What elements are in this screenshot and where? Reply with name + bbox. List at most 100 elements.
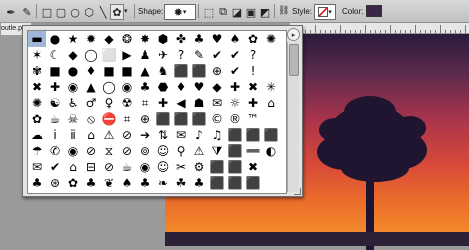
shape-cell[interactable]: ◀ (172, 95, 190, 111)
shape-cell[interactable]: ⊟ (82, 159, 100, 175)
add-mode-icon[interactable]: ⧉ (216, 4, 230, 20)
shape-cell[interactable]: ♿ (64, 95, 82, 111)
shape-cell[interactable]: ⚲ (172, 143, 190, 159)
shape-cell[interactable]: ♦ (172, 79, 190, 95)
shape-cell[interactable]: ♀ (100, 95, 118, 111)
shape-cell[interactable]: ✔ (46, 159, 64, 175)
shape-cell[interactable]: ◆ (208, 79, 226, 95)
shape-cell[interactable]: ✔ (226, 63, 244, 79)
shape-cell[interactable]: ♣ (136, 79, 154, 95)
shape-cell[interactable]: ✿ (64, 175, 82, 191)
shape-cell[interactable]: ✹ (82, 31, 100, 47)
style-dropdown[interactable]: ▾ (314, 4, 336, 20)
shape-cell[interactable]: ™ (244, 111, 262, 127)
shape-cell[interactable]: ⊚ (136, 143, 154, 159)
shape-cell[interactable]: ◉ (118, 79, 136, 95)
shape-cell[interactable]: ♥ (208, 31, 226, 47)
exclude-mode-icon[interactable]: ◩ (258, 4, 272, 20)
shape-cell[interactable]: ⧖ (100, 143, 118, 159)
shape-cell[interactable]: ♞ (154, 63, 172, 79)
shape-cell[interactable]: ⬛ (172, 111, 190, 127)
shape-cell[interactable]: ✚ (226, 79, 244, 95)
shape-cell[interactable]: ◉ (136, 159, 154, 175)
shape-cell[interactable]: ✤ (172, 31, 190, 47)
shape-cell[interactable]: ⌗ (136, 95, 154, 111)
shape-cell[interactable]: ⌂ (82, 127, 100, 143)
shape-cell[interactable]: ✺ (28, 95, 46, 111)
shape-cell[interactable]: ⚠ (100, 127, 118, 143)
chevron-down-icon[interactable]: ▾ (124, 4, 128, 18)
shape-cell[interactable]: ☯ (46, 95, 64, 111)
shape-cell[interactable]: ⊕ (136, 111, 154, 127)
shape-cell[interactable]: ✶ (28, 47, 46, 63)
shape-cell[interactable]: ⦸ (82, 111, 100, 127)
shape-cell[interactable]: ⬛ (262, 127, 280, 143)
shape-cell[interactable]: ✚ (154, 95, 172, 111)
shape-cell[interactable]: ⧩ (208, 143, 226, 159)
shape-cell[interactable]: ♣ (190, 31, 208, 47)
shape-cell[interactable]: ✿ (244, 31, 262, 47)
shape-cell[interactable]: ✂ (172, 159, 190, 175)
shape-cell[interactable]: ▬ (28, 31, 46, 47)
shape-cell[interactable]: ✔ (226, 47, 244, 63)
shape-cell[interactable]: ⬛ (244, 127, 262, 143)
shape-cell[interactable]: ♪ (190, 127, 208, 143)
shape-cell[interactable]: ▲ (82, 79, 100, 95)
shape-cell[interactable]: ⅱ (64, 127, 82, 143)
shape-cell[interactable]: ⬛ (208, 159, 226, 175)
scrollbar[interactable] (287, 42, 299, 192)
shape-cell[interactable]: ◯ (82, 47, 100, 63)
shape-cell[interactable]: ⬛ (244, 175, 262, 191)
subtract-mode-icon[interactable]: ◪ (230, 4, 244, 20)
shape-cell[interactable]: ! (244, 63, 262, 79)
shape-cell[interactable]: ⌂ (64, 159, 82, 175)
shape-cell[interactable]: ⌗ (118, 111, 136, 127)
shape-cell[interactable]: ◐ (262, 143, 280, 159)
shape-cell[interactable]: ☠ (64, 111, 82, 127)
shape-cell[interactable]: ✔ (208, 47, 226, 63)
shape-cell[interactable]: ♠ (118, 175, 136, 191)
shape-cell[interactable]: ⊘ (82, 143, 100, 159)
shape-cell[interactable]: ☕ (46, 111, 64, 127)
shape-cell[interactable]: ✖ (28, 79, 46, 95)
shape-cell[interactable]: ■ (118, 63, 136, 79)
shape-cell[interactable]: ♣ (82, 175, 100, 191)
shape-cell[interactable]: ♦ (82, 63, 100, 79)
shape-cell[interactable]: ⊘ (118, 143, 136, 159)
shape-cell[interactable]: ⊛ (46, 175, 64, 191)
shape-cell[interactable]: ❦ (100, 175, 118, 191)
shape-cell[interactable]: ⬛ (190, 111, 208, 127)
link-icon[interactable]: ⛓ (278, 4, 289, 18)
shape-cell[interactable]: ⌂ (262, 95, 280, 111)
shape-cell[interactable]: ✾ (28, 63, 46, 79)
shape-cell[interactable] (262, 111, 280, 127)
panel-menu-button[interactable]: ▸ (287, 28, 300, 41)
shape-cell[interactable]: ? (172, 47, 190, 63)
shape-cell[interactable] (262, 175, 280, 191)
shape-cell[interactable]: ⚙ (190, 159, 208, 175)
rounded-rectangle-tool-icon[interactable]: ▢ (54, 4, 68, 20)
shape-cell[interactable]: ♫ (208, 127, 226, 143)
line-tool-icon[interactable]: ╲ (96, 4, 110, 20)
shape-cell[interactable]: ✆ (46, 143, 64, 159)
shape-cell[interactable]: ⬛ (154, 111, 172, 127)
shape-cell[interactable]: ✸ (136, 31, 154, 47)
shape-cell[interactable]: ♣ (136, 175, 154, 191)
shape-cell[interactable]: ⬛ (226, 143, 244, 159)
shape-cell[interactable]: ⛔ (100, 111, 118, 127)
shape-cell[interactable]: ⊘ (118, 127, 136, 143)
shape-cell[interactable] (262, 63, 280, 79)
shape-cell[interactable]: ♣ (28, 175, 46, 191)
shape-cell[interactable]: ☢ (118, 95, 136, 111)
shape-cell[interactable]: ♟ (136, 47, 154, 63)
shape-cell[interactable]: ◉ (64, 143, 82, 159)
intersect-mode-icon[interactable]: ▣ (244, 4, 258, 20)
shape-cell[interactable]: ⚠ (190, 143, 208, 159)
shape-cell[interactable]: ⬛ (226, 175, 244, 191)
rectangle-tool-icon[interactable]: □ (40, 4, 54, 20)
shape-cell[interactable]: ● (46, 31, 64, 47)
shape-cell[interactable]: ✚ (244, 95, 262, 111)
shape-cell[interactable]: ☺ (154, 159, 172, 175)
new-layer-mode-icon[interactable]: ⬚ (202, 4, 216, 20)
shape-cell[interactable]: © (208, 111, 226, 127)
